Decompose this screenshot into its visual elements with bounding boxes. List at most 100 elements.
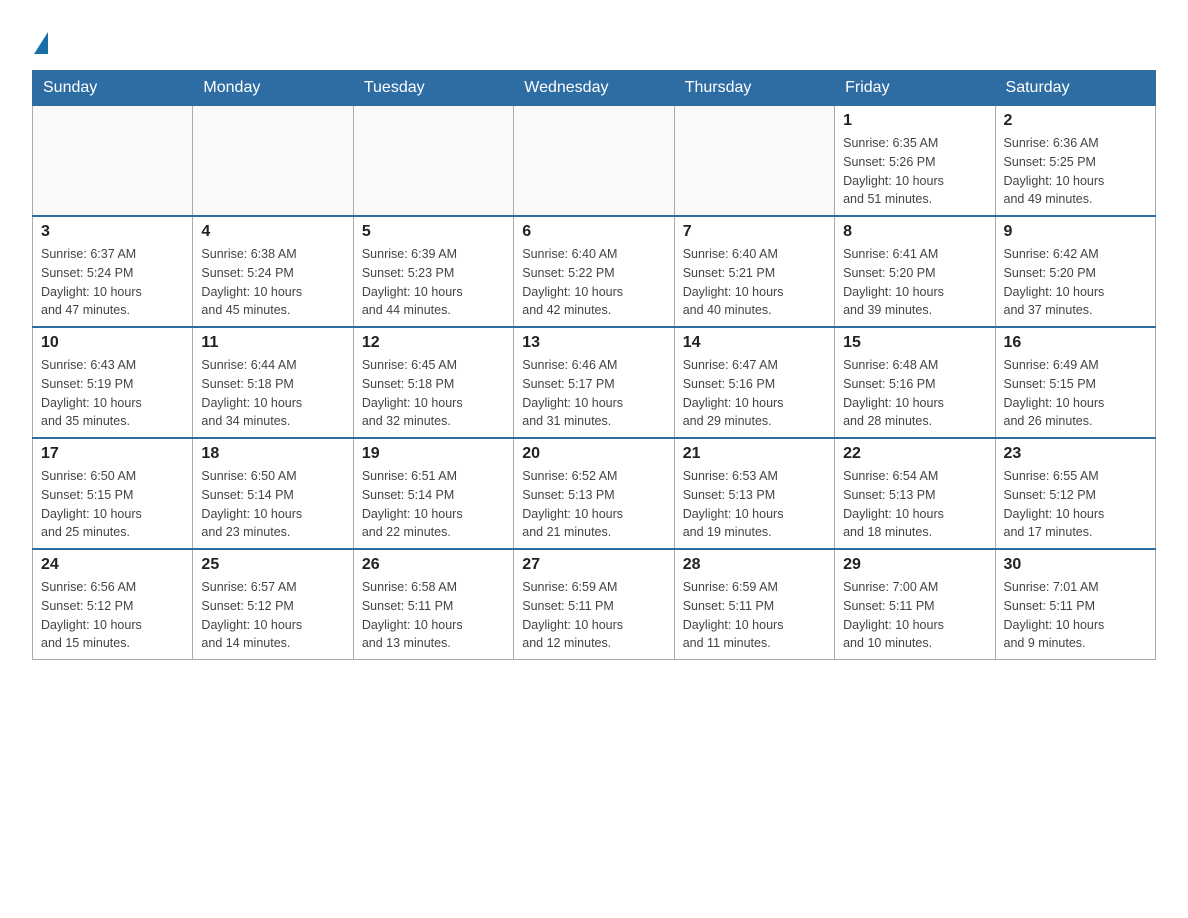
day-info: Sunrise: 6:53 AMSunset: 5:13 PMDaylight:… — [683, 467, 826, 542]
day-info: Sunrise: 6:59 AMSunset: 5:11 PMDaylight:… — [522, 578, 665, 653]
day-number: 23 — [1004, 445, 1147, 463]
calendar-cell — [674, 106, 834, 217]
day-info: Sunrise: 6:50 AMSunset: 5:14 PMDaylight:… — [201, 467, 344, 542]
day-number: 2 — [1004, 112, 1147, 130]
calendar-cell: 8 Sunrise: 6:41 AMSunset: 5:20 PMDaylight… — [835, 216, 995, 327]
calendar-cell: 28 Sunrise: 6:59 AMSunset: 5:11 PMDayligh… — [674, 549, 834, 660]
calendar-cell: 26 Sunrise: 6:58 AMSunset: 5:11 PMDayligh… — [353, 549, 513, 660]
calendar-cell: 7Sunrise: 6:40 AMSunset: 5:21 PMDaylight… — [674, 216, 834, 327]
day-info: Sunrise: 6:58 AMSunset: 5:11 PMDaylight:… — [362, 578, 505, 653]
calendar-cell: 25 Sunrise: 6:57 AMSunset: 5:12 PMDayligh… — [193, 549, 353, 660]
day-number: 4 — [201, 223, 344, 241]
day-info: Sunrise: 6:39 AMSunset: 5:23 PMDaylight:… — [362, 245, 505, 320]
day-info: Sunrise: 6:48 AMSunset: 5:16 PMDaylight:… — [843, 356, 986, 431]
day-number: 3 — [41, 223, 184, 241]
calendar-week-row: 17Sunrise: 6:50 AMSunset: 5:15 PMDayligh… — [33, 438, 1156, 549]
logo — [32, 32, 48, 52]
day-info: Sunrise: 6:35 AMSunset: 5:26 PMDaylight:… — [843, 134, 986, 209]
day-info: Sunrise: 6:57 AMSunset: 5:12 PMDaylight:… — [201, 578, 344, 653]
day-info: Sunrise: 6:40 AMSunset: 5:21 PMDaylight:… — [683, 245, 826, 320]
day-info: Sunrise: 6:36 AMSunset: 5:25 PMDaylight:… — [1004, 134, 1147, 209]
day-number: 22 — [843, 445, 986, 463]
calendar-cell: 21 Sunrise: 6:53 AMSunset: 5:13 PMDayligh… — [674, 438, 834, 549]
day-info: Sunrise: 6:54 AMSunset: 5:13 PMDaylight:… — [843, 467, 986, 542]
day-number: 15 — [843, 334, 986, 352]
day-number: 18 — [201, 445, 344, 463]
day-info: Sunrise: 6:51 AMSunset: 5:14 PMDaylight:… — [362, 467, 505, 542]
calendar-cell: 2 Sunrise: 6:36 AMSunset: 5:25 PMDaylight… — [995, 106, 1155, 217]
column-header-wednesday: Wednesday — [514, 71, 674, 106]
day-info: Sunrise: 7:00 AMSunset: 5:11 PMDaylight:… — [843, 578, 986, 653]
day-info: Sunrise: 6:50 AMSunset: 5:15 PMDaylight:… — [41, 467, 184, 542]
day-number: 21 — [683, 445, 826, 463]
day-number: 10 — [41, 334, 184, 352]
calendar-cell: 20 Sunrise: 6:52 AMSunset: 5:13 PMDayligh… — [514, 438, 674, 549]
day-info: Sunrise: 6:46 AMSunset: 5:17 PMDaylight:… — [522, 356, 665, 431]
calendar-cell: 19 Sunrise: 6:51 AMSunset: 5:14 PMDayligh… — [353, 438, 513, 549]
calendar-header-row: SundayMondayTuesdayWednesdayThursdayFrid… — [33, 71, 1156, 106]
day-info: Sunrise: 7:01 AMSunset: 5:11 PMDaylight:… — [1004, 578, 1147, 653]
column-header-saturday: Saturday — [995, 71, 1155, 106]
day-number: 25 — [201, 556, 344, 574]
day-number: 8 — [843, 223, 986, 241]
column-header-monday: Monday — [193, 71, 353, 106]
header — [32, 24, 1156, 52]
calendar-cell: 27Sunrise: 6:59 AMSunset: 5:11 PMDayligh… — [514, 549, 674, 660]
calendar-table: SundayMondayTuesdayWednesdayThursdayFrid… — [32, 70, 1156, 660]
day-info: Sunrise: 6:43 AMSunset: 5:19 PMDaylight:… — [41, 356, 184, 431]
column-header-tuesday: Tuesday — [353, 71, 513, 106]
day-number: 30 — [1004, 556, 1147, 574]
calendar-cell: 23 Sunrise: 6:55 AMSunset: 5:12 PMDayligh… — [995, 438, 1155, 549]
calendar-cell — [353, 106, 513, 217]
day-info: Sunrise: 6:55 AMSunset: 5:12 PMDaylight:… — [1004, 467, 1147, 542]
day-number: 16 — [1004, 334, 1147, 352]
calendar-week-row: 3Sunrise: 6:37 AMSunset: 5:24 PMDaylight… — [33, 216, 1156, 327]
day-info: Sunrise: 6:59 AMSunset: 5:11 PMDaylight:… — [683, 578, 826, 653]
column-header-friday: Friday — [835, 71, 995, 106]
day-number: 11 — [201, 334, 344, 352]
column-header-thursday: Thursday — [674, 71, 834, 106]
day-info: Sunrise: 6:41 AMSunset: 5:20 PMDaylight:… — [843, 245, 986, 320]
calendar-cell — [193, 106, 353, 217]
day-number: 20 — [522, 445, 665, 463]
day-number: 28 — [683, 556, 826, 574]
day-number: 9 — [1004, 223, 1147, 241]
day-info: Sunrise: 6:49 AMSunset: 5:15 PMDaylight:… — [1004, 356, 1147, 431]
day-info: Sunrise: 6:45 AMSunset: 5:18 PMDaylight:… — [362, 356, 505, 431]
day-number: 24 — [41, 556, 184, 574]
day-number: 12 — [362, 334, 505, 352]
calendar-cell: 16 Sunrise: 6:49 AMSunset: 5:15 PMDayligh… — [995, 327, 1155, 438]
calendar-cell: 12 Sunrise: 6:45 AMSunset: 5:18 PMDayligh… — [353, 327, 513, 438]
calendar-week-row: 10 Sunrise: 6:43 AMSunset: 5:19 PMDayligh… — [33, 327, 1156, 438]
day-number: 29 — [843, 556, 986, 574]
calendar-cell: 17Sunrise: 6:50 AMSunset: 5:15 PMDayligh… — [33, 438, 193, 549]
calendar-cell: 22 Sunrise: 6:54 AMSunset: 5:13 PMDayligh… — [835, 438, 995, 549]
calendar-week-row: 1 Sunrise: 6:35 AMSunset: 5:26 PMDaylight… — [33, 106, 1156, 217]
calendar-cell: 5 Sunrise: 6:39 AMSunset: 5:23 PMDaylight… — [353, 216, 513, 327]
calendar-cell: 11 Sunrise: 6:44 AMSunset: 5:18 PMDayligh… — [193, 327, 353, 438]
day-number: 26 — [362, 556, 505, 574]
calendar-cell: 15 Sunrise: 6:48 AMSunset: 5:16 PMDayligh… — [835, 327, 995, 438]
column-header-sunday: Sunday — [33, 71, 193, 106]
day-info: Sunrise: 6:52 AMSunset: 5:13 PMDaylight:… — [522, 467, 665, 542]
calendar-cell: 4 Sunrise: 6:38 AMSunset: 5:24 PMDaylight… — [193, 216, 353, 327]
day-number: 13 — [522, 334, 665, 352]
calendar-cell: 24 Sunrise: 6:56 AMSunset: 5:12 PMDayligh… — [33, 549, 193, 660]
day-number: 6 — [522, 223, 665, 241]
calendar-cell: 29 Sunrise: 7:00 AMSunset: 5:11 PMDayligh… — [835, 549, 995, 660]
calendar-cell: 13 Sunrise: 6:46 AMSunset: 5:17 PMDayligh… — [514, 327, 674, 438]
day-info: Sunrise: 6:38 AMSunset: 5:24 PMDaylight:… — [201, 245, 344, 320]
calendar-cell: 6Sunrise: 6:40 AMSunset: 5:22 PMDaylight… — [514, 216, 674, 327]
day-number: 19 — [362, 445, 505, 463]
calendar-cell: 1 Sunrise: 6:35 AMSunset: 5:26 PMDaylight… — [835, 106, 995, 217]
logo-triangle-icon — [34, 32, 48, 54]
day-number: 5 — [362, 223, 505, 241]
calendar-cell: 30 Sunrise: 7:01 AMSunset: 5:11 PMDayligh… — [995, 549, 1155, 660]
calendar-cell: 18 Sunrise: 6:50 AMSunset: 5:14 PMDayligh… — [193, 438, 353, 549]
calendar-cell — [514, 106, 674, 217]
day-info: Sunrise: 6:56 AMSunset: 5:12 PMDaylight:… — [41, 578, 184, 653]
day-number: 1 — [843, 112, 986, 130]
calendar-week-row: 24 Sunrise: 6:56 AMSunset: 5:12 PMDayligh… — [33, 549, 1156, 660]
day-info: Sunrise: 6:44 AMSunset: 5:18 PMDaylight:… — [201, 356, 344, 431]
calendar-cell: 10 Sunrise: 6:43 AMSunset: 5:19 PMDayligh… — [33, 327, 193, 438]
